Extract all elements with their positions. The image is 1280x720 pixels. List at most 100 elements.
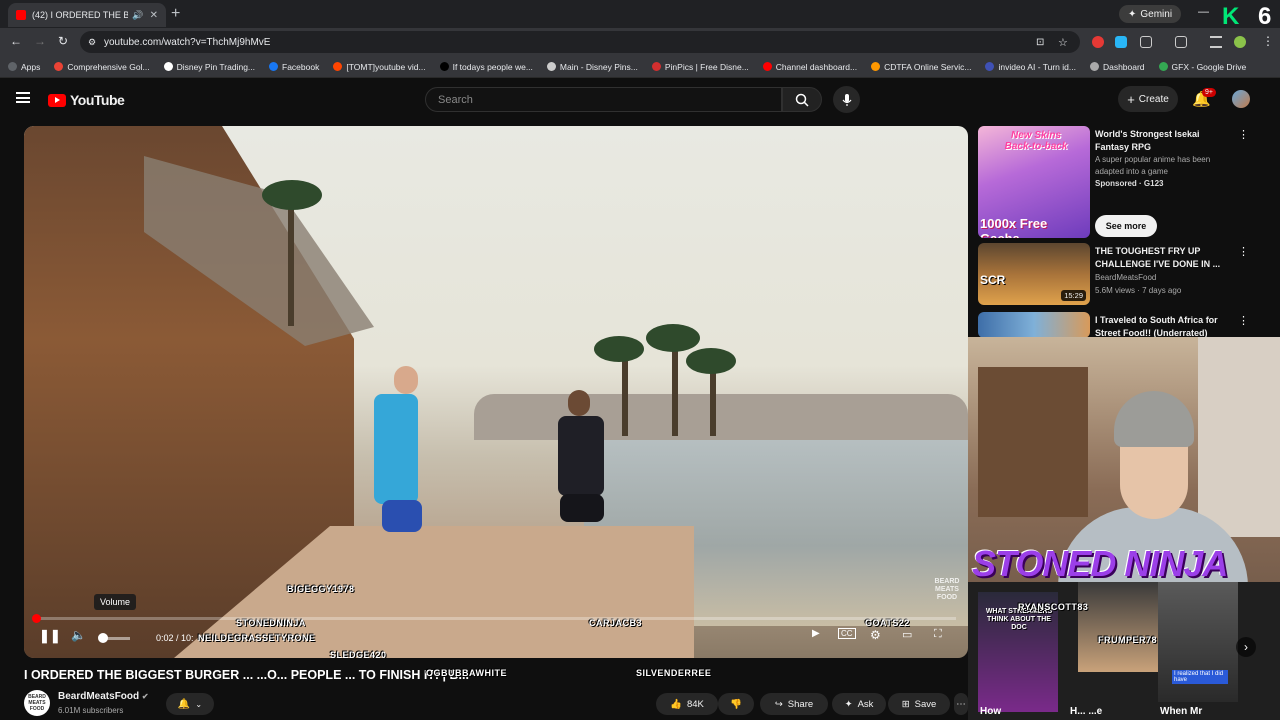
video-thumbnail[interactable] xyxy=(978,312,1090,338)
channel-avatar[interactable]: BEARD MEATS FOOD xyxy=(24,690,50,716)
tile-caption: I realized that I did have xyxy=(1172,670,1228,684)
media-control-icon[interactable] xyxy=(1210,36,1222,48)
forward-arrow-icon[interactable]: → xyxy=(34,34,46,48)
ask-button[interactable]: ✦ Ask xyxy=(832,693,886,715)
streamer-beanie xyxy=(1114,391,1194,447)
card-title[interactable]: THE TOUGHEST FRY UP CHALLENGE I'VE DONE … xyxy=(1095,245,1225,271)
install-app-icon[interactable]: ⊡ xyxy=(1036,37,1044,48)
runner-head xyxy=(394,366,418,394)
extensions-puzzle-icon[interactable] xyxy=(1140,36,1152,48)
kick-overlay-logo: K xyxy=(1222,3,1240,30)
bookmark-favicon-icon xyxy=(333,62,343,71)
bell-icon: 🔔 xyxy=(177,698,191,710)
share-button[interactable]: ↪ Share xyxy=(760,693,828,715)
bookmark-star-icon[interactable]: ☆ xyxy=(1058,36,1068,49)
chrome-menu-icon[interactable]: ⋮ xyxy=(1262,34,1274,48)
tab-audio-icon[interactable]: 🔊 xyxy=(132,10,143,21)
account-avatar[interactable] xyxy=(1232,90,1250,108)
chat-overlay-name: SLEDGE420 xyxy=(330,650,387,658)
video-duration: 15:29 xyxy=(1061,290,1086,301)
thumbnail-caption: SCR xyxy=(980,273,1006,287)
menu-hamburger-icon[interactable] xyxy=(16,92,30,103)
new-tab-button[interactable]: + xyxy=(171,5,180,23)
minimize-window-icon[interactable]: — xyxy=(1198,6,1209,18)
more-options-icon[interactable]: ⋮ xyxy=(1238,314,1249,327)
dislike-button[interactable]: 👎 xyxy=(718,693,754,715)
extension-blue-icon[interactable] xyxy=(1115,36,1127,48)
runner-head xyxy=(568,390,590,416)
bookmark-item[interactable]: Disney Pin Trading... xyxy=(163,61,256,72)
more-options-icon[interactable]: ⋮ xyxy=(1238,245,1249,258)
bookmark-item[interactable]: GFX - Google Drive xyxy=(1158,62,1246,72)
card-description: A super popular anime has been adapted i… xyxy=(1095,155,1211,176)
gemini-button[interactable]: ✦ Gemini xyxy=(1119,5,1182,23)
profile-icon[interactable] xyxy=(1234,36,1246,48)
video-info: I ORDERED THE BIGGEST BURGER ... ...O...… xyxy=(24,664,968,720)
recommended-video-card[interactable]: SCR 15:29 THE TOUGHEST FRY UP CHALLENGE … xyxy=(978,243,1268,307)
back-arrow-icon[interactable]: ← xyxy=(10,34,22,48)
volume-icon[interactable]: 🔈 xyxy=(71,628,86,642)
fullscreen-icon[interactable]: ⛶ xyxy=(934,628,942,641)
sponsored-card[interactable]: New Skins Back-to-back 1000x Free Gacha … xyxy=(978,126,1268,240)
chat-overlay-name: SILVENDERREE xyxy=(636,668,712,678)
browser-tab-strip: (42) I ORDERED THE BIGGE 🔊 ✕ + ✦ Gemini … xyxy=(0,0,1280,30)
volume-slider-knob[interactable] xyxy=(98,633,108,643)
chevron-right-icon[interactable]: › xyxy=(1236,637,1256,657)
create-button[interactable]: + Create xyxy=(1118,86,1178,112)
bookmark-item[interactable]: Main - Disney Pins... xyxy=(546,62,638,72)
more-actions-button[interactable]: ⋯ xyxy=(954,693,968,715)
bookmark-item[interactable]: Channel dashboard... xyxy=(762,62,857,72)
theater-mode-icon[interactable]: ▭ xyxy=(902,628,912,641)
overlay-number: 6 xyxy=(1258,3,1272,30)
bookmark-item[interactable]: Dashboard xyxy=(1089,62,1145,72)
more-options-icon[interactable]: ⋮ xyxy=(1238,128,1249,141)
reload-icon[interactable]: ↻ xyxy=(58,34,68,48)
card-channel[interactable]: BeardMeatsFood xyxy=(1095,272,1156,284)
settings-gear-icon[interactable]: ⚙ xyxy=(870,628,881,642)
bookmark-label: Disney Pin Trading... xyxy=(176,61,256,72)
like-button[interactable]: 👍 84K xyxy=(656,693,718,715)
card-title[interactable]: World's Strongest Isekai Fantasy RPG xyxy=(1095,128,1225,154)
chat-overlay-name: OGBUBBAWHITE xyxy=(426,668,507,678)
notifications-subscribed-button[interactable]: 🔔 ⌄ xyxy=(166,693,214,715)
bookmark-item[interactable]: PinPics | Free Disne... xyxy=(651,62,749,72)
browser-tab-active[interactable]: (42) I ORDERED THE BIGGE 🔊 ✕ xyxy=(8,3,166,27)
sponsored-thumbnail[interactable]: New Skins Back-to-back 1000x Free Gacha xyxy=(978,126,1090,238)
channel-name[interactable]: BeardMeatsFood ✔ xyxy=(58,691,149,702)
extension-red-icon[interactable] xyxy=(1092,36,1104,48)
bookmark-item[interactable]: [TOMT]youtube vid... xyxy=(333,62,426,72)
bookmark-item[interactable]: CDTFA Online Servic... xyxy=(871,62,971,72)
share-label: Share xyxy=(787,698,814,710)
bookmark-item[interactable]: If todays people we... xyxy=(439,62,533,72)
recommended-video-card[interactable]: I Traveled to South Africa for Street Fo… xyxy=(978,312,1268,338)
stoned-ninja-banner: STONED NINJA xyxy=(972,543,1228,584)
youtube-play-logo-icon xyxy=(48,93,66,107)
site-info-icon[interactable]: ⚙ xyxy=(88,37,96,48)
search-input[interactable]: Search xyxy=(425,87,782,112)
captions-icon[interactable]: CC xyxy=(838,628,856,639)
autoplay-toggle-icon[interactable]: ▶ xyxy=(812,628,820,639)
see-more-button[interactable]: See more xyxy=(1095,215,1157,237)
search-button[interactable] xyxy=(782,87,822,112)
progress-bar[interactable] xyxy=(36,617,956,620)
voice-search-button[interactable] xyxy=(833,86,860,113)
more-horizontal-icon: ⋯ xyxy=(956,698,966,710)
save-button[interactable]: ⊞ Save xyxy=(888,693,950,715)
bookmark-item[interactable]: Comprehensive Gol... xyxy=(54,62,150,72)
bookmark-item[interactable]: Facebook xyxy=(269,62,319,72)
side-panel-icon[interactable] xyxy=(1175,36,1187,48)
bookmark-item[interactable]: Apps xyxy=(8,62,40,72)
chat-overlay-name: NEILDEGRASSETYRONE xyxy=(198,633,316,643)
bookmark-item[interactable]: invideo AI - Turn id... xyxy=(985,62,1076,72)
address-bar[interactable]: ⚙ youtube.com/watch?v=ThchMj9hMvE ⊡ ☆ xyxy=(80,31,1080,53)
pause-icon[interactable]: ❚❚ xyxy=(39,628,61,644)
video-player[interactable]: BIGEGGY1978 STONEDNINJA NEILDEGRASSETYRO… xyxy=(24,126,968,658)
tab-close-icon[interactable]: ✕ xyxy=(150,10,158,21)
bookmark-favicon-icon xyxy=(871,62,881,71)
youtube-logo[interactable]: YouTube xyxy=(48,92,125,108)
progress-scrubber[interactable] xyxy=(32,614,41,623)
time-display: 0:02 / 10: xyxy=(156,633,194,643)
bookmark-label: Apps xyxy=(21,61,41,72)
video-thumbnail[interactable]: SCR 15:29 xyxy=(978,243,1090,305)
tab-title: (42) I ORDERED THE BIGGE xyxy=(32,10,129,20)
